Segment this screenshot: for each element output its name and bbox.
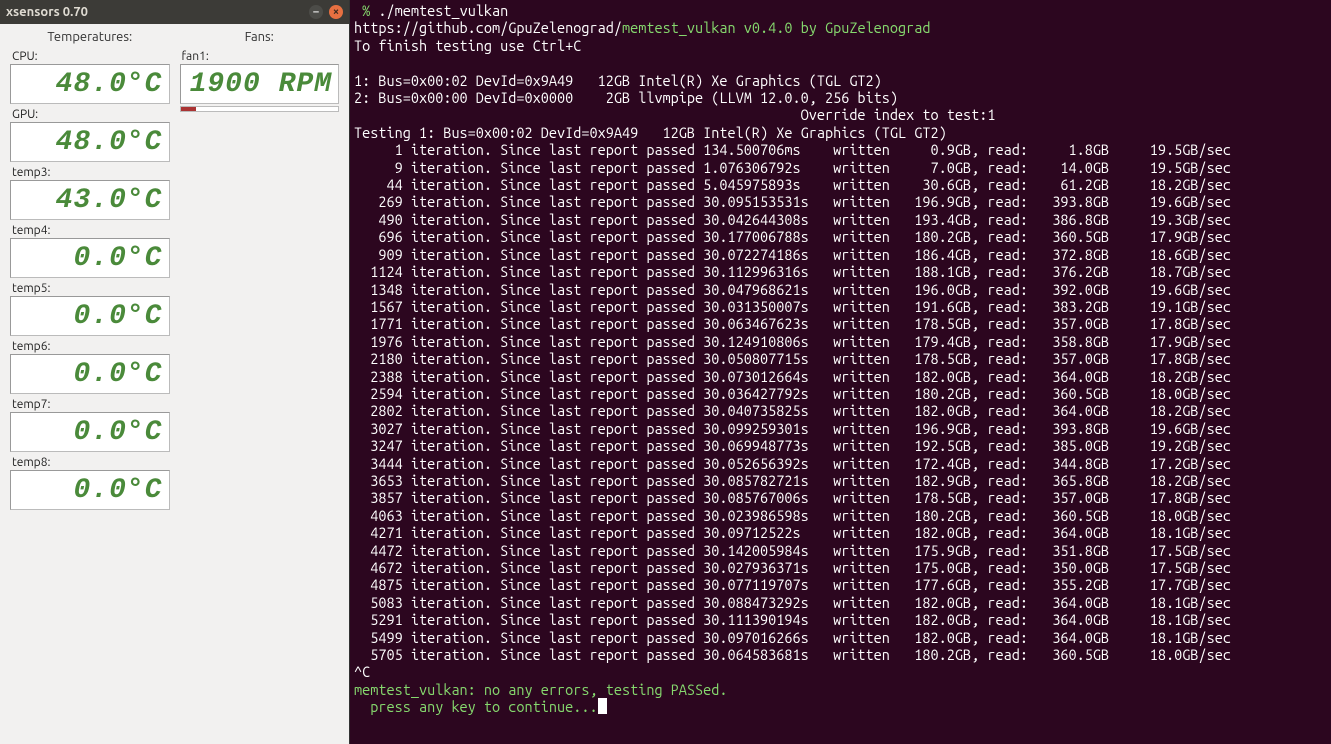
sensor-value: 43.0°C: [10, 180, 170, 220]
sensor-block: temp8:0.0°C: [10, 456, 170, 510]
minimize-icon[interactable]: –: [309, 5, 323, 19]
iteration-lines: 1 iteration. Since last report passed 13…: [354, 141, 1231, 663]
sensor-value: 0.0°C: [10, 412, 170, 452]
sensor-value: 0.0°C: [10, 238, 170, 278]
pass-line: memtest_vulkan: no any errors, testing P…: [354, 681, 728, 698]
sensor-block: temp4:0.0°C: [10, 224, 170, 278]
temperatures-header: Temperatures:: [10, 30, 170, 44]
prompt: %: [354, 2, 378, 19]
sensor-label: temp6:: [10, 340, 170, 353]
fans-column: Fans: fan1:1900 RPM: [180, 30, 340, 514]
press-line: press any key to continue...: [354, 698, 598, 715]
window-title: xsensors 0.70: [6, 5, 88, 19]
xsensors-window: xsensors 0.70 – × Temperatures: CPU:48.0…: [0, 0, 350, 744]
close-icon[interactable]: ×: [329, 5, 343, 19]
sensor-label: CPU:: [10, 50, 170, 63]
sensor-label: temp7:: [10, 398, 170, 411]
override-line: Override index to test:1: [354, 106, 995, 123]
temperatures-column: Temperatures: CPU:48.0°CGPU:48.0°Ctemp3:…: [10, 30, 170, 514]
sensor-block: temp7:0.0°C: [10, 398, 170, 452]
sensor-label: temp8:: [10, 456, 170, 469]
command: ./memtest_vulkan: [378, 2, 508, 19]
sensor-block: GPU:48.0°C: [10, 108, 170, 162]
device-lines: 1: Bus=0x00:02 DevId=0x9A49 12GB Intel(R…: [354, 72, 898, 106]
sensor-value: 0.0°C: [10, 470, 170, 510]
sensor-value: 0.0°C: [10, 296, 170, 336]
sensor-block: temp5:0.0°C: [10, 282, 170, 336]
ctrl-c: ^C: [354, 663, 370, 680]
fan-value: 1900 RPM: [180, 64, 340, 104]
terminal[interactable]: % ./memtest_vulkan https://github.com/Gp…: [350, 0, 1331, 744]
fans-header: Fans:: [180, 30, 340, 44]
banner: memtest_vulkan v0.4.0 by GpuZelenograd: [622, 19, 931, 36]
sensor-label: temp4:: [10, 224, 170, 237]
sensor-block: CPU:48.0°C: [10, 50, 170, 104]
url: https://github.com/GpuZelenograd/: [354, 19, 622, 36]
titlebar[interactable]: xsensors 0.70 – ×: [0, 0, 349, 24]
sensor-value: 48.0°C: [10, 64, 170, 104]
sensor-label: temp3:: [10, 166, 170, 179]
sensor-block: temp6:0.0°C: [10, 340, 170, 394]
sensor-label: GPU:: [10, 108, 170, 121]
cursor: [598, 698, 607, 714]
hint: To finish testing use Ctrl+C: [354, 37, 581, 54]
sensor-value: 48.0°C: [10, 122, 170, 162]
sensor-block: temp3:43.0°C: [10, 166, 170, 220]
fan-block: fan1:1900 RPM: [180, 50, 340, 112]
fan-bar: [180, 106, 340, 112]
sensor-value: 0.0°C: [10, 354, 170, 394]
testing-line: Testing 1: Bus=0x00:02 DevId=0x9A49 12GB…: [354, 124, 947, 141]
sensor-label: temp5:: [10, 282, 170, 295]
fan-label: fan1:: [180, 50, 340, 63]
